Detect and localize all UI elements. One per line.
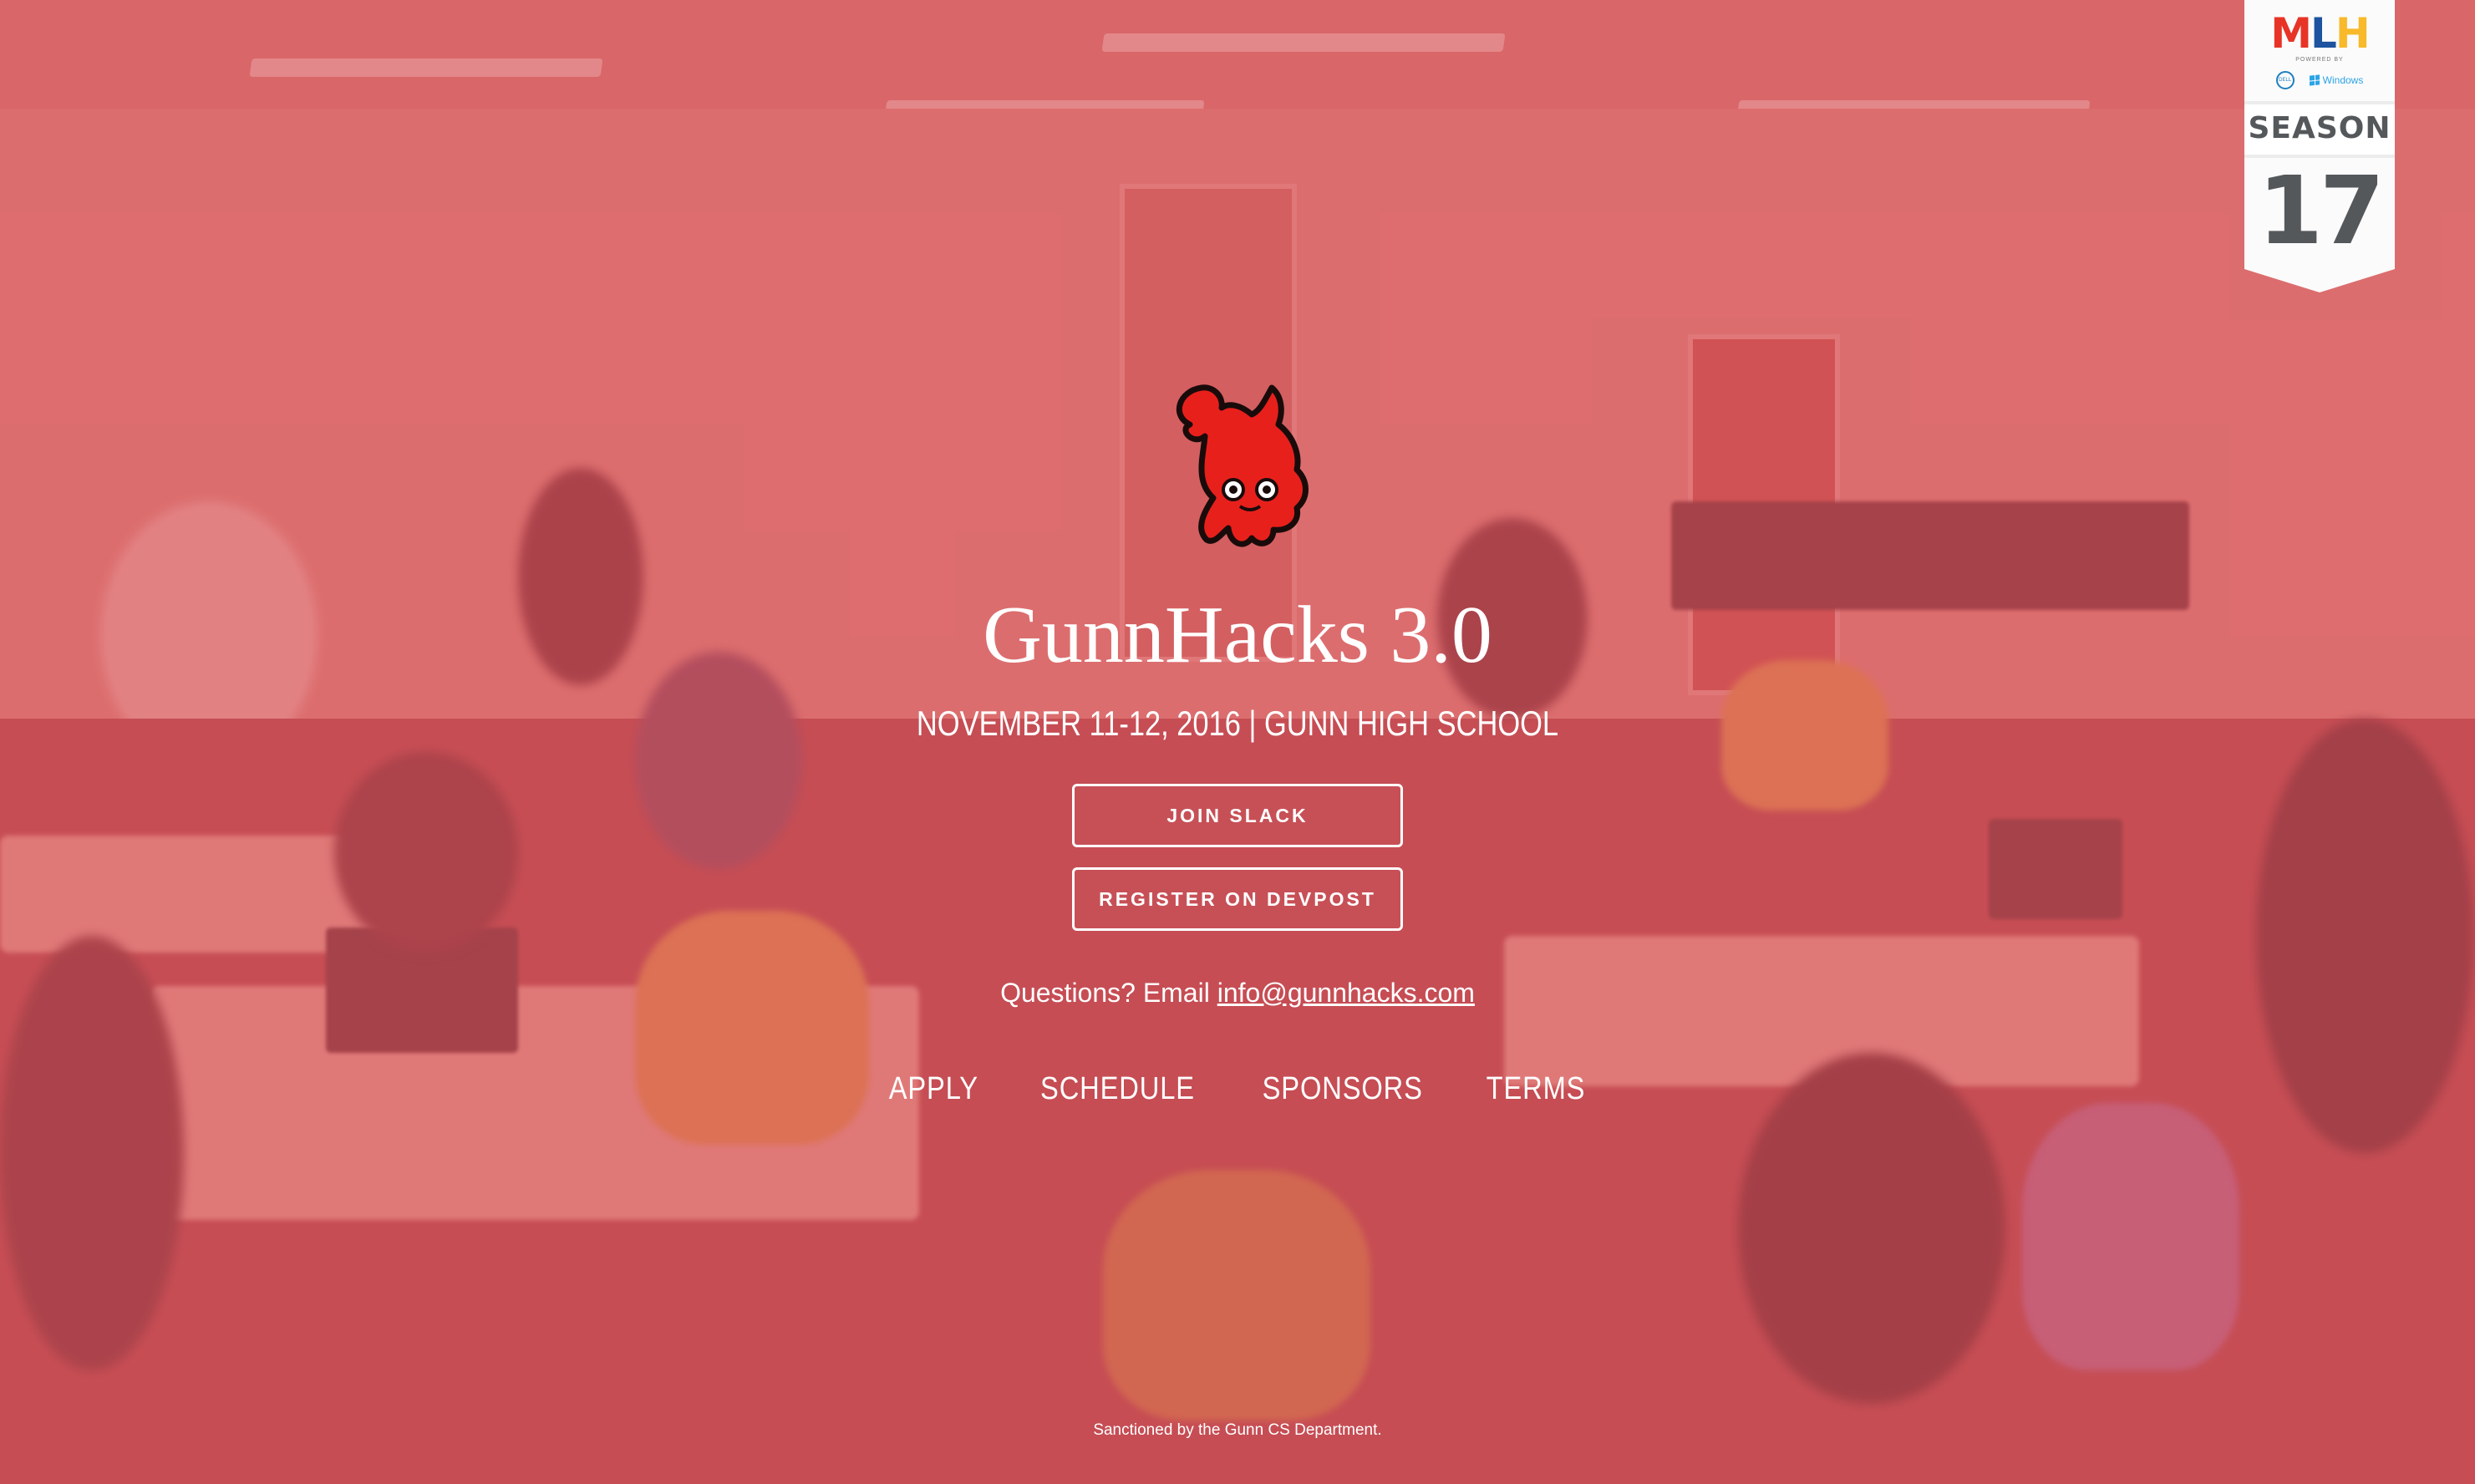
contact-line: Questions? Email info@gunnhacks.com — [0, 974, 2475, 1011]
main-nav: APPLY SCHEDULE SPONSORS TERMS — [0, 1066, 2475, 1111]
nav-schedule[interactable]: SCHEDULE — [1040, 1066, 1195, 1111]
join-slack-button[interactable]: JOIN SLACK — [1072, 784, 1403, 847]
register-devpost-button[interactable]: REGISTER ON DEVPOST — [1072, 867, 1403, 931]
nav-terms[interactable]: TERMS — [1486, 1066, 1585, 1111]
red-mascot-icon — [1176, 384, 1309, 547]
contact-email-link[interactable]: info@gunnhacks.com — [1217, 978, 1475, 1008]
footer-text: Sanctioned by the Gunn CS Department. — [1093, 1421, 1382, 1439]
nav-sponsors[interactable]: SPONSORS — [1263, 1066, 1423, 1111]
page-title: GunnHacks 3.0 — [983, 590, 1492, 680]
contact-prefix: Questions? Email — [1000, 978, 1217, 1008]
hero-section: GunnHacks 3.0 NOVEMBER 11-12, 2016 | GUN… — [0, 0, 2475, 1484]
nav-apply[interactable]: APPLY — [889, 1066, 978, 1111]
event-date-location: NOVEMBER 11-12, 2016 | GUNN HIGH SCHOOL — [916, 704, 1559, 743]
